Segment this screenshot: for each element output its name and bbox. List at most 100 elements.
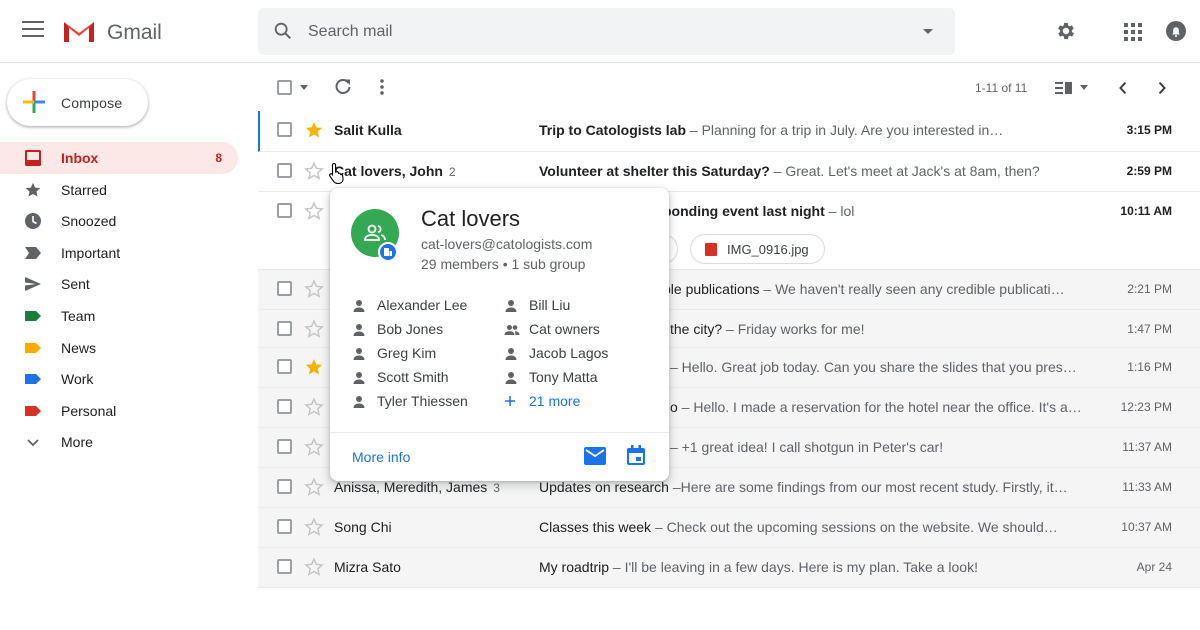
star-outline-icon[interactable] xyxy=(304,201,324,221)
sidebar-item-label: More xyxy=(61,434,93,451)
label-icon xyxy=(25,310,41,321)
sidebar-item-team[interactable]: Team xyxy=(0,300,238,332)
email-sender: Salit Kulla xyxy=(334,122,402,138)
star-outline-icon[interactable] xyxy=(304,517,324,537)
star-outline-icon[interactable] xyxy=(304,319,324,339)
important-icon xyxy=(25,246,41,259)
star-outline-icon[interactable] xyxy=(304,477,324,497)
sidebar-item-personal[interactable]: Personal xyxy=(0,395,238,427)
star-outline-icon[interactable] xyxy=(304,279,324,299)
plus-icon xyxy=(23,91,45,113)
star-outline-icon[interactable] xyxy=(304,161,324,181)
sidebar-item-label: Starred xyxy=(61,181,107,198)
sidebar-item-sent[interactable]: Sent xyxy=(0,268,238,300)
sidebar-item-label: Important xyxy=(61,244,121,261)
star-filled-icon[interactable] xyxy=(304,120,324,140)
apps-grid-icon[interactable] xyxy=(1124,23,1142,41)
sidebar-item-more[interactable]: More xyxy=(0,426,238,458)
sidebar-item-news[interactable]: News xyxy=(0,332,238,364)
label-icon xyxy=(25,405,41,416)
person-icon xyxy=(353,300,365,312)
star-outline-icon[interactable] xyxy=(304,437,324,457)
attachment-chip[interactable]: IMG_0916.jpg xyxy=(690,234,825,264)
sidebar-item-starred[interactable]: Starred xyxy=(0,174,238,206)
clock-icon xyxy=(25,213,41,230)
email-sender: Song Chi xyxy=(334,519,392,535)
calendar-icon[interactable] xyxy=(626,445,646,466)
select-all-checkbox[interactable] xyxy=(277,80,292,95)
person-icon xyxy=(505,372,517,384)
email-subject: – +1 great idea! I call shotgun in Peter… xyxy=(670,439,944,455)
sidebar-nav: Inbox 8 Starred Snoozed Important Sent T… xyxy=(0,142,240,458)
row-checkbox[interactable] xyxy=(277,163,292,178)
person-icon xyxy=(353,324,365,336)
email-time: 12:23 PM xyxy=(1120,400,1172,414)
row-checkbox[interactable] xyxy=(277,281,292,296)
settings-gear-icon[interactable] xyxy=(1055,20,1077,42)
split-pane-dropdown-icon[interactable] xyxy=(1080,85,1088,90)
email-subject: ble publications – We haven't really see… xyxy=(663,281,1065,297)
compose-button[interactable]: Compose xyxy=(7,79,148,126)
email-subject: Updates on research –Here are some findi… xyxy=(539,479,1068,495)
split-pane-icon[interactable] xyxy=(1055,82,1073,94)
email-time: 10:37 AM xyxy=(1121,520,1172,534)
row-checkbox[interactable] xyxy=(277,439,292,454)
email-sender: Cat lovers, John 2 xyxy=(334,163,456,179)
sidebar-item-inbox[interactable]: Inbox 8 xyxy=(0,142,238,174)
chevron-left-icon[interactable] xyxy=(1118,81,1128,95)
list-toolbar: 1-11 of 11 xyxy=(258,63,1200,111)
sidebar-item-work[interactable]: Work xyxy=(0,363,238,395)
refresh-icon[interactable] xyxy=(334,78,352,96)
main-menu-button[interactable] xyxy=(22,21,44,41)
email-row[interactable]: Salit Kulla Trip to Catologists lab – Pl… xyxy=(258,111,1200,152)
email-envelope-icon[interactable] xyxy=(584,447,606,465)
email-time: 1:47 PM xyxy=(1127,322,1172,336)
email-time: 2:59 PM xyxy=(1126,164,1172,178)
notifications-icon[interactable] xyxy=(1165,20,1187,42)
search-icon[interactable] xyxy=(272,20,294,42)
more-info-link[interactable]: More info xyxy=(352,449,410,465)
search-options-icon[interactable] xyxy=(923,29,933,34)
email-time: 10:11 AM xyxy=(1120,204,1172,218)
row-checkbox[interactable] xyxy=(277,122,292,137)
gmail-logo-icon[interactable] xyxy=(62,19,96,44)
sidebar-item-important[interactable]: Important xyxy=(0,237,238,269)
email-subject: – Hello. Great job today. Can you share … xyxy=(670,359,1077,375)
sidebar-item-snoozed[interactable]: Snoozed xyxy=(0,205,238,237)
email-subject: Volunteer at shelter this Saturday? – Gr… xyxy=(539,163,1040,179)
plus-icon xyxy=(505,396,515,406)
star-outline-icon[interactable] xyxy=(304,557,324,577)
search-input[interactable] xyxy=(308,20,868,44)
row-checkbox[interactable] xyxy=(277,519,292,534)
chevron-right-icon[interactable] xyxy=(1157,81,1167,95)
email-time: 3:15 PM xyxy=(1126,123,1172,137)
top-bar: Gmail xyxy=(0,0,1200,63)
email-row[interactable]: Song Chi Classes this week – Check out t… xyxy=(258,508,1200,548)
star-outline-icon[interactable] xyxy=(304,397,324,417)
email-row[interactable]: Cat lovers, John 2 Volunteer at shelter t… xyxy=(258,152,1200,192)
email-sender: Mizra Sato xyxy=(334,559,401,575)
email-time: 1:16 PM xyxy=(1127,360,1172,374)
star-filled-icon[interactable] xyxy=(304,357,324,377)
row-checkbox[interactable] xyxy=(277,559,292,574)
pagination-label: 1-11 of 11 xyxy=(975,81,1028,95)
row-checkbox[interactable] xyxy=(277,359,292,374)
email-row[interactable]: Mizra Sato My roadtrip – I'll be leaving… xyxy=(258,548,1200,588)
row-checkbox[interactable] xyxy=(277,479,292,494)
group-small-icon xyxy=(504,325,520,335)
search-bar xyxy=(258,8,955,55)
row-checkbox[interactable] xyxy=(277,203,292,218)
sidebar-item-label: News xyxy=(61,339,97,356)
sidebar-item-label: Snoozed xyxy=(61,213,117,230)
email-subject: bonding event last night – lol xyxy=(663,203,855,219)
more-vert-icon[interactable] xyxy=(380,79,384,95)
row-checkbox[interactable] xyxy=(277,321,292,336)
row-checkbox[interactable] xyxy=(277,399,292,414)
sidebar-item-label: Work xyxy=(61,371,94,388)
chevron-down-icon xyxy=(27,439,39,447)
person-icon xyxy=(505,300,517,312)
email-subject: o – Hello. I made a reservation for the … xyxy=(670,399,1082,415)
person-icon xyxy=(353,372,365,384)
select-dropdown-icon[interactable] xyxy=(300,85,308,90)
send-icon xyxy=(25,277,41,292)
